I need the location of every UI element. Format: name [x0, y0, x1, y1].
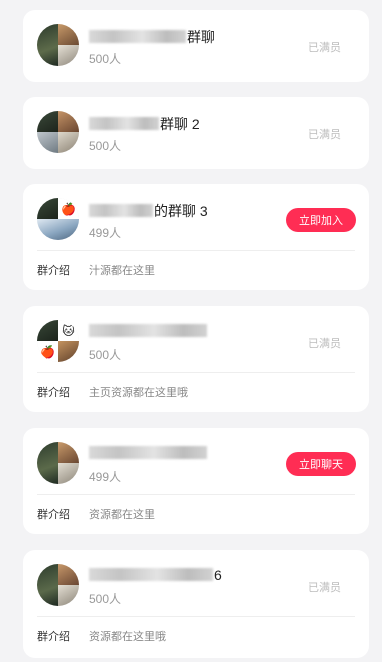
redacted-name	[89, 204, 153, 217]
group-row[interactable]: 群聊 2 500人 已满员	[23, 97, 369, 169]
chat-now-button[interactable]: 立即聊天	[286, 452, 356, 476]
group-name-text: 群聊	[187, 29, 215, 45]
apple-icon: 🍎	[37, 341, 58, 362]
group-avatar: 🐱 🍎	[37, 320, 79, 362]
avatar-photo	[58, 463, 79, 484]
group-avatar	[37, 564, 79, 606]
avatar-photo	[37, 442, 58, 484]
member-count: 500人	[89, 348, 122, 362]
status-full-label: 已满员	[308, 42, 341, 54]
group-avatar	[37, 442, 79, 484]
group-intro: 群介绍 汁源都在这里	[37, 262, 155, 278]
group-row[interactable]: 🐱 🍎 500人 已满员	[23, 306, 369, 378]
intro-label: 群介绍	[37, 265, 70, 277]
group-name: 群聊	[89, 27, 215, 47]
group-name: 群聊 2	[89, 114, 200, 134]
member-count: 500人	[89, 592, 122, 606]
group-avatar	[37, 24, 79, 66]
group-name-text: 6	[214, 567, 222, 583]
group-row[interactable]: 6 500人 已满员	[23, 550, 369, 622]
member-count: 499人	[89, 470, 122, 484]
group-avatar: 🍎	[37, 198, 79, 240]
group-row[interactable]: 群聊 500人 已满员	[23, 10, 369, 82]
avatar-photo	[37, 564, 58, 606]
group-avatar	[37, 111, 79, 153]
group-card[interactable]: 6 500人 已满员 群介绍 资源都在这里哦	[23, 550, 369, 658]
group-intro: 群介绍 资源都在这里	[37, 506, 155, 522]
avatar-photo	[58, 132, 79, 153]
group-intro: 群介绍 主页资源都在这里哦	[37, 384, 188, 400]
group-card[interactable]: 群聊 2 500人 已满员	[23, 97, 369, 169]
group-name	[89, 445, 208, 461]
redacted-name	[89, 30, 186, 43]
redacted-name	[89, 446, 207, 459]
group-name: 6	[89, 567, 222, 583]
member-count: 500人	[89, 52, 122, 66]
group-name: 的群聊 3	[89, 201, 208, 221]
avatar-photo	[58, 45, 79, 66]
divider	[37, 616, 355, 617]
status-full-label: 已满员	[308, 338, 341, 350]
avatar-photo	[58, 564, 79, 585]
intro-text: 主页资源都在这里哦	[89, 387, 188, 399]
group-row[interactable]: 499人 立即聊天	[23, 428, 369, 500]
member-count: 500人	[89, 139, 122, 153]
avatar-photo	[37, 111, 58, 132]
avatar-photo	[37, 198, 58, 219]
intro-label: 群介绍	[37, 631, 70, 643]
redacted-name	[89, 324, 207, 337]
intro-label: 群介绍	[37, 387, 70, 399]
group-name-text: 的群聊 3	[154, 203, 208, 219]
group-row[interactable]: 🍎 的群聊 3 499人 立即加入	[23, 184, 369, 256]
avatar-photo	[37, 132, 58, 153]
avatar-photo	[37, 24, 58, 66]
apple-icon: 🍎	[58, 198, 79, 219]
divider	[37, 494, 355, 495]
member-count: 499人	[89, 226, 122, 240]
group-card[interactable]: 499人 立即聊天 群介绍 资源都在这里	[23, 428, 369, 534]
intro-text: 资源都在这里哦	[89, 631, 166, 643]
avatar-photo	[37, 219, 79, 240]
group-intro: 群介绍 资源都在这里哦	[37, 628, 166, 644]
join-button[interactable]: 立即加入	[286, 208, 356, 232]
avatar-photo	[58, 585, 79, 606]
cat-icon: 🐱	[58, 320, 79, 341]
group-name-text: 群聊 2	[160, 116, 200, 132]
divider	[37, 372, 355, 373]
group-card[interactable]: 🐱 🍎 500人 已满员 群介绍 主页资源都在这里哦	[23, 306, 369, 412]
avatar-photo	[58, 442, 79, 463]
avatar-photo	[37, 320, 58, 341]
avatar-photo	[58, 111, 79, 132]
group-card[interactable]: 🍎 的群聊 3 499人 立即加入 群介绍 汁源都在这里	[23, 184, 369, 290]
intro-text: 汁源都在这里	[89, 265, 155, 277]
intro-text: 资源都在这里	[89, 509, 155, 521]
intro-label: 群介绍	[37, 509, 70, 521]
group-card[interactable]: 群聊 500人 已满员	[23, 10, 369, 82]
redacted-name	[89, 117, 159, 130]
group-name	[89, 323, 208, 339]
redacted-name	[89, 568, 213, 581]
avatar-photo	[58, 341, 79, 362]
avatar-photo	[58, 24, 79, 45]
status-full-label: 已满员	[308, 582, 341, 594]
status-full-label: 已满员	[308, 129, 341, 141]
divider	[37, 250, 355, 251]
